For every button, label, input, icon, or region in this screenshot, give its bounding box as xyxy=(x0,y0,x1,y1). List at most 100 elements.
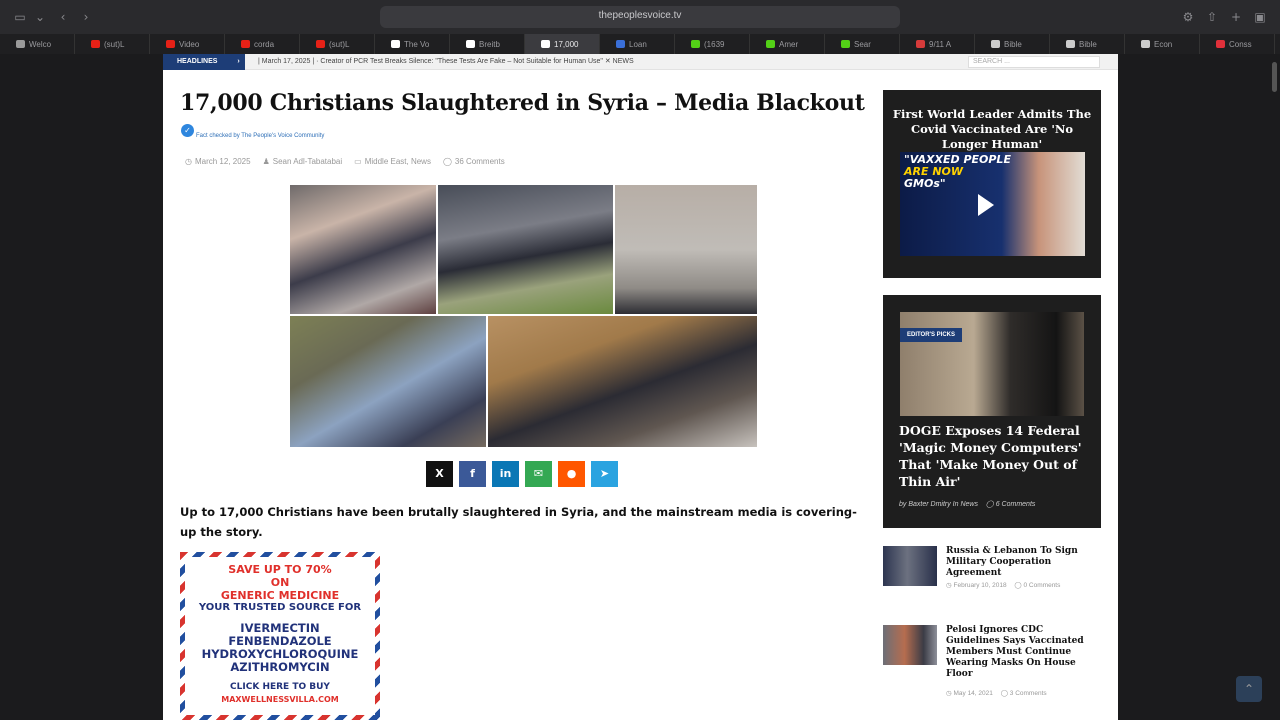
ad-site: MAXWELLNESSVILLA.COM xyxy=(221,695,339,704)
favicon-icon xyxy=(166,40,175,48)
tab-3[interactable]: corda xyxy=(225,34,300,54)
favicon-icon xyxy=(1066,40,1075,48)
favicon-icon xyxy=(616,40,625,48)
article-lead: Up to 17,000 Christians have been brutal… xyxy=(180,505,857,539)
tab-2[interactable]: Video xyxy=(150,34,225,54)
comments-count[interactable]: ◯ 36 Comments xyxy=(443,157,505,166)
favicon-icon xyxy=(541,40,550,48)
favicon-icon xyxy=(1216,40,1225,48)
photo-5 xyxy=(488,316,757,447)
video-thumbnail[interactable]: "VAXXED PEOPLE ARE NOW GMOs" xyxy=(900,152,1085,256)
favicon-icon xyxy=(766,40,775,48)
comment-icon: ◯ xyxy=(1014,582,1022,589)
mini-thumbnail[interactable] xyxy=(883,546,937,586)
ad-drug: AZITHROMYCIN xyxy=(230,660,330,674)
tab-bar: Welco (sut)L Video corda (sut)L The Vo B… xyxy=(0,34,1280,54)
tab-5[interactable]: The Vo xyxy=(375,34,450,54)
ad-line-2: ON xyxy=(270,576,290,589)
tab-overview-icon[interactable]: ▣ xyxy=(1252,9,1268,25)
photo-4 xyxy=(290,316,486,447)
tab-9[interactable]: (1639 xyxy=(675,34,750,54)
share-email-button[interactable]: ✉ xyxy=(525,461,552,487)
favicon-icon xyxy=(991,40,1000,48)
scrollbar[interactable] xyxy=(1272,62,1277,92)
mini-meta: ◷ February 10, 2018 ◯ 0 Comments xyxy=(946,582,1061,589)
search-input[interactable]: SEARCH ... xyxy=(968,56,1100,68)
featured-image xyxy=(290,185,757,447)
share-icon[interactable]: ⇧ xyxy=(1204,9,1220,25)
mini-title[interactable]: Pelosi Ignores CDC Guidelines Says Vacci… xyxy=(946,625,1096,680)
sidebar-mini-item[interactable]: Russia & Lebanon To Sign Military Cooper… xyxy=(883,546,1101,602)
tab-10[interactable]: Amer xyxy=(750,34,825,54)
editors-picks-badge: EDITOR'S PICKS xyxy=(900,328,962,342)
category[interactable]: ▭ Middle East, News xyxy=(354,157,431,166)
favicon-icon xyxy=(1141,40,1150,48)
tab-14[interactable]: Bible xyxy=(1050,34,1125,54)
date: ◷ March 12, 2025 xyxy=(185,157,251,166)
editors-pick-meta: by Baxter Dmitry In News ◯ 6 Comments xyxy=(899,501,1036,508)
forward-icon[interactable]: › xyxy=(78,9,94,25)
sidebar-card-editors-pick[interactable]: EDITOR'S PICKS DOGE Exposes 14 Federal '… xyxy=(883,295,1101,528)
fact-check-icon: ✓ xyxy=(181,124,194,137)
author[interactable]: ♟ Sean Adl-Tabatabai xyxy=(263,157,343,166)
back-icon[interactable]: ‹ xyxy=(55,9,71,25)
ad-line-4: YOUR TRUSTED SOURCE FOR xyxy=(198,602,362,613)
tab-16[interactable]: Conss xyxy=(1200,34,1275,54)
chevron-down-icon[interactable]: ⌄ xyxy=(32,9,48,25)
mini-meta: ◷ May 14, 2021 ◯ 3 Comments xyxy=(946,690,1047,697)
share-telegram-button[interactable]: ➤ xyxy=(591,461,618,487)
favicon-icon xyxy=(241,40,250,48)
ad-cta: CLICK HERE TO BUY xyxy=(230,682,330,692)
comment-icon: ◯ xyxy=(1000,690,1008,697)
share-facebook-button[interactable]: f xyxy=(459,461,486,487)
folder-icon: ▭ xyxy=(354,157,362,166)
extensions-icon[interactable]: ⚙ xyxy=(1180,9,1196,25)
favicon-icon xyxy=(316,40,325,48)
article-meta: ◷ March 12, 2025 ♟ Sean Adl-Tabatabai ▭ Mid… xyxy=(185,157,505,166)
favicon-icon xyxy=(691,40,700,48)
favicon-icon xyxy=(916,40,925,48)
favicon-icon xyxy=(391,40,400,48)
clock-icon: ◷ xyxy=(946,690,952,697)
ticker-label: HEADLINES › xyxy=(163,54,245,70)
tab-0[interactable]: Welco xyxy=(0,34,75,54)
address-bar[interactable]: thepeoplesvoice.tv xyxy=(380,6,900,28)
mini-title[interactable]: Russia & Lebanon To Sign Military Cooper… xyxy=(946,546,1096,579)
sidebar-mini-item[interactable]: Pelosi Ignores CDC Guidelines Says Vacci… xyxy=(883,625,1101,700)
fact-checked-link[interactable]: Fact checked by The People's Voice Commu… xyxy=(196,133,324,139)
sidebar-toggle-icon[interactable]: ▭ xyxy=(12,9,28,25)
sidebar-card-featured[interactable]: First World Leader Admits The Covid Vacc… xyxy=(883,90,1101,278)
clock-icon: ◷ xyxy=(185,157,192,166)
browser-toolbar: ▭ ⌄ ‹ › thepeoplesvoice.tv ⚙ ⇧ + ▣ xyxy=(0,0,1280,34)
tab-4[interactable]: (sut)L xyxy=(300,34,375,54)
photo-1 xyxy=(290,185,436,314)
play-icon[interactable] xyxy=(978,194,994,216)
favicon-icon xyxy=(466,40,475,48)
tab-15[interactable]: Econ xyxy=(1125,34,1200,54)
tab-6[interactable]: Breitb xyxy=(450,34,525,54)
new-tab-icon[interactable]: + xyxy=(1228,9,1244,25)
comment-icon: ◯ xyxy=(985,501,994,508)
mini-thumbnail[interactable] xyxy=(883,625,937,665)
tab-11[interactable]: Sear xyxy=(825,34,900,54)
share-linkedin-button[interactable]: in xyxy=(492,461,519,487)
favicon-icon xyxy=(91,40,100,48)
editors-pick-title[interactable]: DOGE Exposes 14 Federal 'Magic Money Com… xyxy=(899,422,1094,490)
ticker-headline[interactable]: | March 17, 2025 | · Creator of PCR Test… xyxy=(258,57,634,65)
user-icon: ♟ xyxy=(262,157,270,166)
tab-7[interactable]: 17,000 xyxy=(525,34,600,54)
tab-1[interactable]: (sut)L xyxy=(75,34,150,54)
scroll-to-top-button[interactable]: ⌃ xyxy=(1236,676,1262,702)
thumbnail-caption: "VAXXED PEOPLE ARE NOW GMOs" xyxy=(904,153,1011,190)
share-reddit-button[interactable]: ● xyxy=(558,461,585,487)
comment-icon: ◯ xyxy=(442,157,452,166)
share-x-button[interactable]: X xyxy=(426,461,453,487)
tab-13[interactable]: Bible xyxy=(975,34,1050,54)
ad-content: SAVE UP TO 70% ON GENERIC MEDICINE YOUR … xyxy=(185,557,375,715)
headline-ticker: HEADLINES › | March 17, 2025 | · Creator… xyxy=(163,54,1118,70)
tab-12[interactable]: 9/11 A xyxy=(900,34,975,54)
tab-8[interactable]: Loan xyxy=(600,34,675,54)
photo-3 xyxy=(615,185,757,314)
ad-banner[interactable]: SAVE UP TO 70% ON GENERIC MEDICINE YOUR … xyxy=(180,552,380,720)
favicon-icon xyxy=(841,40,850,48)
